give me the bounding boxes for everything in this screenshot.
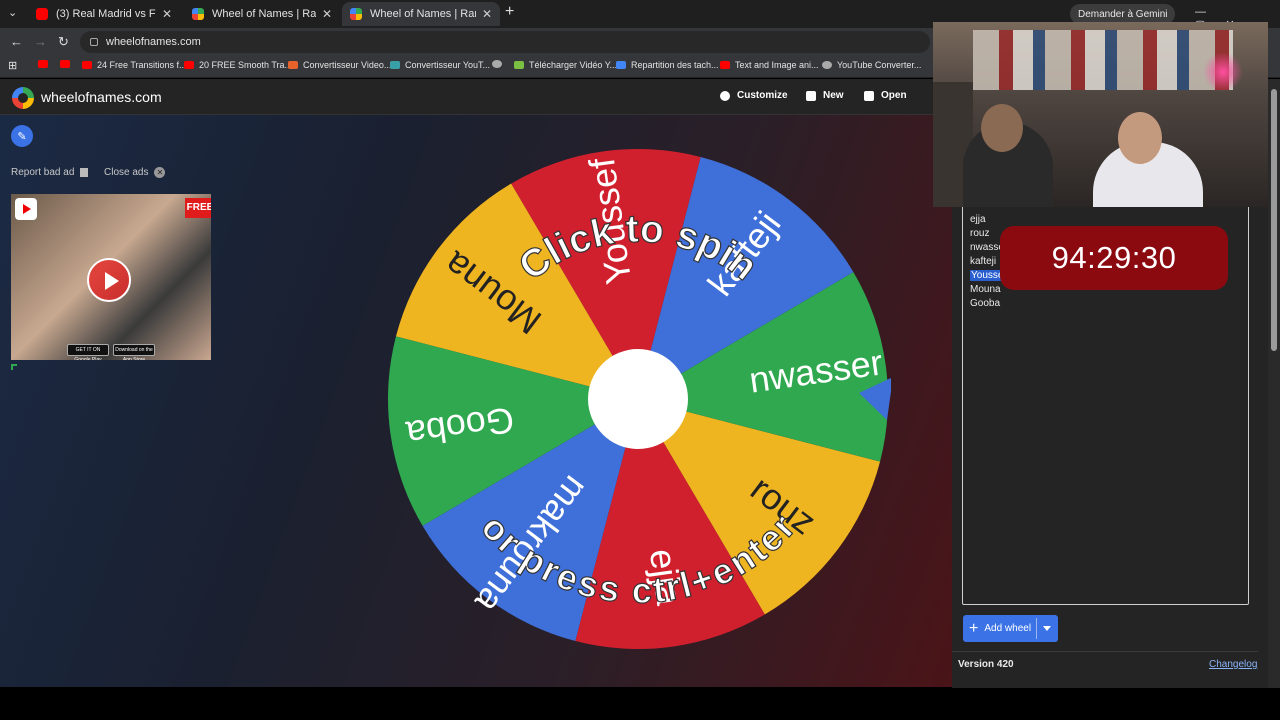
adchoices-icon[interactable] (11, 364, 17, 370)
download-icon (514, 61, 524, 69)
globe-icon (492, 60, 502, 68)
entry-item: ejja (970, 214, 986, 225)
close-tab-icon[interactable]: ✕ (162, 7, 172, 21)
youtube-favicon-icon (36, 8, 48, 20)
bookmark-item[interactable]: 24 Free Transitions f... (82, 60, 187, 70)
tab-title: Wheel of Names | Random nam (370, 8, 476, 20)
youtube-icon (38, 60, 48, 68)
version-label: Version 420 (958, 659, 1014, 670)
youtube-icon (720, 61, 730, 69)
scrollbar-thumb[interactable] (1271, 89, 1277, 351)
edit-pencil-button[interactable]: ✎ (11, 125, 33, 147)
play-icon[interactable] (87, 258, 131, 302)
entry-item: Gooba (970, 298, 1001, 309)
close-tab-icon[interactable]: ✕ (482, 7, 492, 21)
bookmark-item[interactable]: YouTube Converter... (822, 60, 921, 70)
entry-item: rouz (970, 228, 990, 239)
close-ads-link[interactable]: Close ads ✕ (104, 167, 166, 178)
palette-icon (720, 90, 730, 101)
new-tab-icon[interactable]: + (505, 3, 514, 21)
pencil-icon: ✎ (17, 130, 27, 143)
new-button[interactable]: New (806, 90, 844, 101)
customize-button[interactable]: Customize (720, 90, 788, 101)
app-store-badge[interactable]: Download on the App Store (113, 344, 155, 360)
tab-search-icon[interactable]: ⌄ (8, 6, 17, 19)
bookmark-item[interactable]: Convertisseur YouT... (390, 60, 490, 70)
close-tab-icon[interactable]: ✕ (322, 7, 332, 21)
wheel-svg[interactable]: kaftejiYoussefMounaGoobamakrouna ejjarouz… (385, 146, 893, 652)
back-icon[interactable]: ← (10, 34, 23, 49)
panel-divider (952, 651, 1258, 652)
file-icon (806, 90, 816, 101)
person-right-head (1118, 112, 1162, 164)
open-button[interactable]: Open (864, 90, 907, 101)
bookmark-item[interactable]: 20 FREE Smooth Tra... (184, 60, 292, 70)
add-wheel-button[interactable]: + Add wheel (963, 615, 1058, 642)
free-badge: FREE (185, 198, 211, 218)
site-info-icon[interactable] (90, 38, 98, 46)
gemini-button[interactable]: Demander à Gemini (1070, 4, 1176, 24)
entry-item: kafteji (970, 256, 997, 267)
youtube-icon (60, 60, 70, 68)
wheel[interactable]: kafteji Youssef Mouna Gooba makrouna ejja rouz… (385, 146, 893, 652)
person-left-head (981, 104, 1023, 152)
bookmark-item[interactable] (60, 60, 75, 68)
tab-wheel-of-names-1[interactable]: Wheel of Names | Random nam ✕ (184, 2, 340, 26)
wheel-favicon-icon (192, 8, 204, 20)
youtube-icon (82, 61, 92, 69)
tab-title: (3) Real Madrid vs Fiorentina 2- (56, 8, 156, 20)
close-icon: ✕ (154, 167, 166, 178)
docs-icon (616, 61, 626, 69)
bookmark-item[interactable]: Repartition des tach... (616, 60, 719, 70)
wheel-center-hub (588, 349, 688, 449)
bookmark-item[interactable]: Text and Image ani... (720, 60, 819, 70)
report-bad-ad-link[interactable]: Report bad ad (11, 167, 89, 178)
page-scrollbar[interactable] (1268, 79, 1280, 688)
flags-background (973, 30, 1233, 90)
dropdown-caret-icon[interactable] (1043, 626, 1051, 631)
bookmark-item[interactable] (38, 60, 53, 68)
z-logo-icon (288, 61, 298, 69)
bookmark-item[interactable] (492, 60, 507, 68)
youtube-logo-icon (15, 198, 37, 220)
converter-icon (390, 61, 400, 69)
forward-icon[interactable]: → (34, 34, 47, 49)
reload-icon[interactable]: ↻ (58, 34, 69, 50)
bookmark-item[interactable]: Télécharger Vidéo Y... (514, 60, 617, 70)
google-play-badge[interactable]: GET IT ON Google Play (67, 344, 109, 360)
url-text: wheelofnames.com (106, 36, 201, 48)
apps-grid-icon[interactable]: ⊞ (8, 59, 17, 72)
wheel-logo-icon[interactable] (12, 87, 34, 109)
tab-real-madrid[interactable]: (3) Real Madrid vs Fiorentina 2- ✕ (28, 2, 180, 26)
folder-icon (864, 90, 874, 101)
tab-wheel-of-names-active[interactable]: Wheel of Names | Random nam ✕ (342, 2, 500, 26)
webcam-overlay (933, 22, 1268, 207)
brand-name[interactable]: wheelofnames.com (41, 89, 162, 105)
split-divider (1036, 618, 1037, 639)
wheel-favicon-icon (350, 8, 362, 20)
entry-item: Mouna (970, 284, 1001, 295)
gemini-label: Demander à Gemini (1078, 8, 1168, 20)
neon-light (1203, 52, 1243, 92)
address-bar[interactable]: wheelofnames.com (80, 31, 930, 53)
tab-title: Wheel of Names | Random nam (212, 8, 316, 20)
changelog-link[interactable]: Changelog (1209, 659, 1257, 670)
flag-icon (80, 168, 89, 177)
globe-icon (822, 61, 832, 69)
youtube-icon (184, 61, 194, 69)
bottom-bar (0, 688, 1280, 720)
advertisement[interactable]: FREE GET IT ON Google Play Download on t… (11, 194, 211, 360)
plus-icon: + (969, 619, 979, 637)
bookmark-item[interactable]: Convertisseur Video... (288, 60, 391, 70)
countdown-timer: 94:29:30 (1000, 226, 1228, 290)
